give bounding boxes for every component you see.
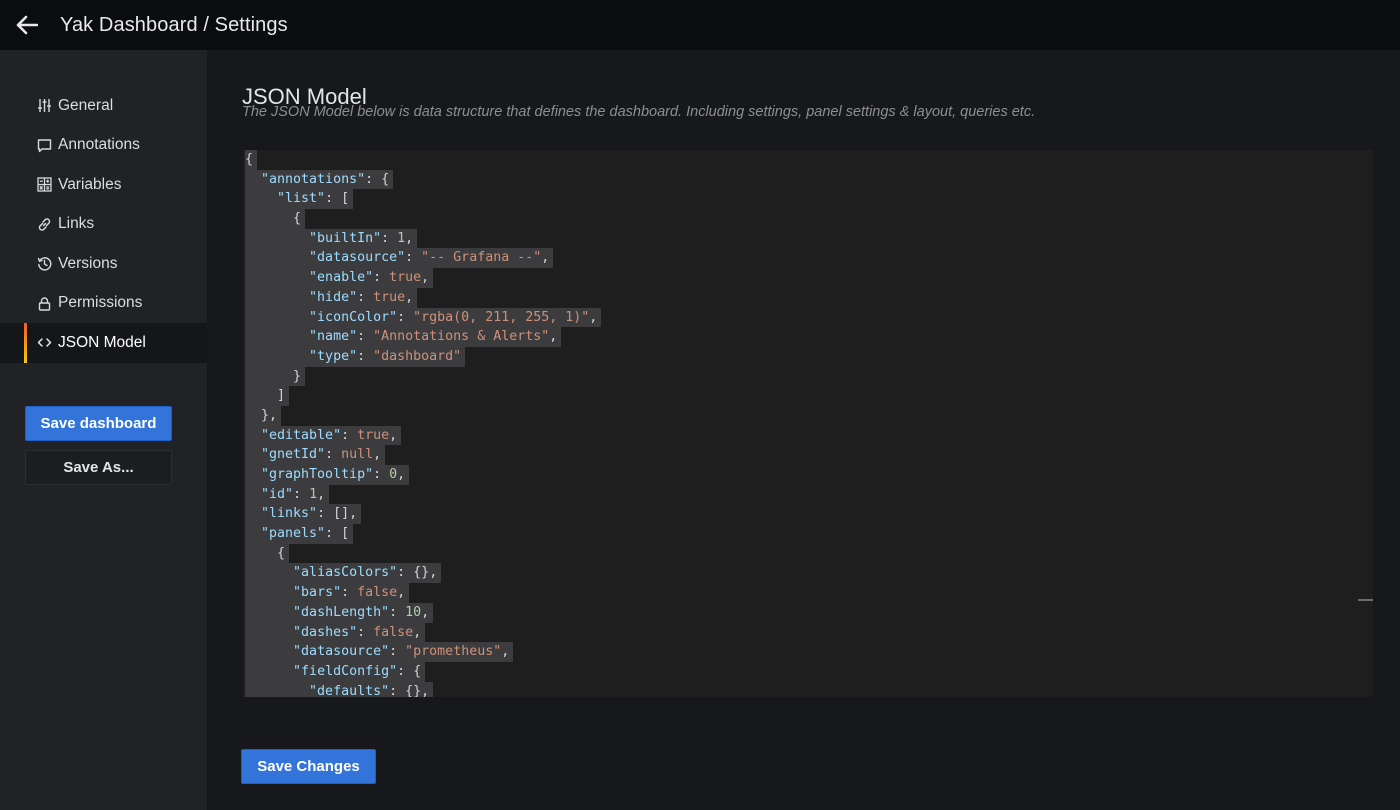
sidebar-item-label: Annotations bbox=[58, 136, 140, 154]
lock-icon bbox=[36, 295, 52, 311]
sidebar-item-label: Versions bbox=[58, 254, 118, 272]
code-line-text: "hide": true, bbox=[245, 287, 418, 308]
code-line: "fieldConfig": { bbox=[245, 661, 601, 682]
code-line-text: "type": "dashboard" bbox=[245, 346, 466, 367]
code-line-text: { bbox=[245, 543, 290, 564]
code-line: "type": "dashboard" bbox=[245, 346, 601, 367]
page-breadcrumb: Yak Dashboard / Settings bbox=[60, 13, 288, 36]
back-button[interactable] bbox=[0, 0, 54, 50]
code-line-text: "bars": false, bbox=[245, 583, 410, 603]
save-changes-button[interactable]: Save Changes bbox=[241, 749, 376, 784]
comment-icon bbox=[36, 137, 52, 153]
code-line-text: } bbox=[245, 366, 306, 387]
code-line-text: "aliasColors": {}, bbox=[245, 563, 442, 584]
code-line-text: "dashes": false, bbox=[245, 622, 426, 643]
code-line: ] bbox=[245, 386, 601, 406]
code-line-text: "dashLength": 10, bbox=[245, 602, 434, 623]
json-code-editor[interactable]: { "annotations": { "list": [ { "builtIn"… bbox=[243, 150, 1373, 697]
code-line-text: { bbox=[245, 209, 306, 229]
code-lines: { "annotations": { "list": [ { "builtIn"… bbox=[245, 150, 602, 697]
code-line-text: "id": 1, bbox=[245, 484, 330, 505]
code-line-text: "list": [ bbox=[245, 189, 354, 210]
code-line-text: "fieldConfig": { bbox=[245, 661, 426, 682]
code-line-text: "builtIn": 1, bbox=[245, 228, 418, 249]
calculator-icon bbox=[36, 177, 52, 193]
code-icon bbox=[36, 335, 52, 351]
code-line-text: "graphTooltip": 0, bbox=[245, 465, 410, 485]
history-icon bbox=[36, 256, 52, 272]
code-line: "datasource": "prometheus", bbox=[245, 642, 601, 662]
code-line: "bars": false, bbox=[245, 583, 601, 603]
code-line: } bbox=[245, 366, 601, 387]
code-line: "list": [ bbox=[245, 189, 601, 210]
code-line-text: "gnetId": null, bbox=[245, 445, 386, 465]
code-line: "aliasColors": {}, bbox=[245, 563, 601, 584]
code-line: "annotations": { bbox=[245, 169, 601, 190]
code-line-text: "annotations": { bbox=[245, 169, 394, 190]
settings-sidebar: General Annotations Variables Links Vers… bbox=[0, 50, 207, 810]
main-content: JSON Model The JSON Model below is data … bbox=[207, 50, 1400, 810]
sidebar-item-label: Links bbox=[58, 215, 95, 233]
sidebar-item-permissions[interactable]: Permissions bbox=[0, 284, 207, 324]
code-line: "graphTooltip": 0, bbox=[245, 465, 601, 485]
code-line: }, bbox=[245, 405, 601, 426]
code-line: { bbox=[245, 150, 601, 170]
sliders-icon bbox=[36, 98, 52, 114]
sidebar-item-annotations[interactable]: Annotations bbox=[0, 126, 207, 166]
code-line: "id": 1, bbox=[245, 484, 601, 505]
code-line: "editable": true, bbox=[245, 425, 601, 446]
sidebar-item-label: Variables bbox=[58, 175, 122, 193]
code-line: "builtIn": 1, bbox=[245, 228, 601, 249]
code-line-text: "enable": true, bbox=[245, 268, 434, 288]
link-icon bbox=[36, 216, 52, 232]
code-line-text: }, bbox=[245, 405, 282, 426]
code-line: "defaults": {}, bbox=[245, 681, 601, 697]
code-line: "datasource": "-- Grafana --", bbox=[245, 248, 601, 269]
code-line-text: "datasource": "prometheus", bbox=[245, 642, 514, 662]
sidebar-item-json-model[interactable]: JSON Model bbox=[0, 323, 207, 363]
code-line: "panels": [ bbox=[245, 524, 601, 544]
sidebar-item-label: JSON Model bbox=[58, 333, 146, 351]
code-line: "enable": true, bbox=[245, 268, 601, 288]
arrow-left-icon bbox=[16, 15, 38, 35]
code-line-text: "panels": [ bbox=[245, 524, 354, 544]
code-line: "links": [], bbox=[245, 504, 601, 525]
code-line: "dashes": false, bbox=[245, 622, 601, 643]
save-as-button[interactable]: Save As... bbox=[25, 450, 172, 485]
page-description: The JSON Model below is data structure t… bbox=[242, 104, 1036, 120]
code-line-text: "links": [], bbox=[245, 504, 362, 525]
code-line-text: "iconColor": "rgba(0, 211, 255, 1)", bbox=[245, 307, 602, 328]
sidebar-item-versions[interactable]: Versions bbox=[0, 244, 207, 284]
top-bar: Yak Dashboard / Settings bbox=[0, 0, 1400, 50]
code-line: "gnetId": null, bbox=[245, 445, 601, 465]
sidebar-item-general[interactable]: General bbox=[0, 86, 207, 126]
settings-nav: General Annotations Variables Links Vers… bbox=[0, 86, 207, 363]
sidebar-item-variables[interactable]: Variables bbox=[0, 165, 207, 205]
code-line-text: "name": "Annotations & Alerts", bbox=[245, 327, 562, 347]
code-line: { bbox=[245, 209, 601, 229]
code-line-text: { bbox=[245, 150, 258, 170]
code-line-text: ] bbox=[245, 386, 290, 406]
code-line-text: "defaults": {}, bbox=[245, 681, 434, 697]
code-line: { bbox=[245, 543, 601, 564]
save-dashboard-button[interactable]: Save dashboard bbox=[25, 406, 172, 441]
code-line: "dashLength": 10, bbox=[245, 602, 601, 623]
editor-scroll-marker bbox=[1358, 599, 1373, 601]
sidebar-item-links[interactable]: Links bbox=[0, 205, 207, 245]
code-line-text: "editable": true, bbox=[245, 425, 402, 446]
sidebar-item-label: Permissions bbox=[58, 294, 143, 312]
code-line: "name": "Annotations & Alerts", bbox=[245, 327, 601, 347]
sidebar-item-label: General bbox=[58, 96, 114, 114]
code-line: "iconColor": "rgba(0, 211, 255, 1)", bbox=[245, 307, 602, 328]
code-line-text: "datasource": "-- Grafana --", bbox=[245, 248, 554, 269]
code-line: "hide": true, bbox=[245, 287, 601, 308]
